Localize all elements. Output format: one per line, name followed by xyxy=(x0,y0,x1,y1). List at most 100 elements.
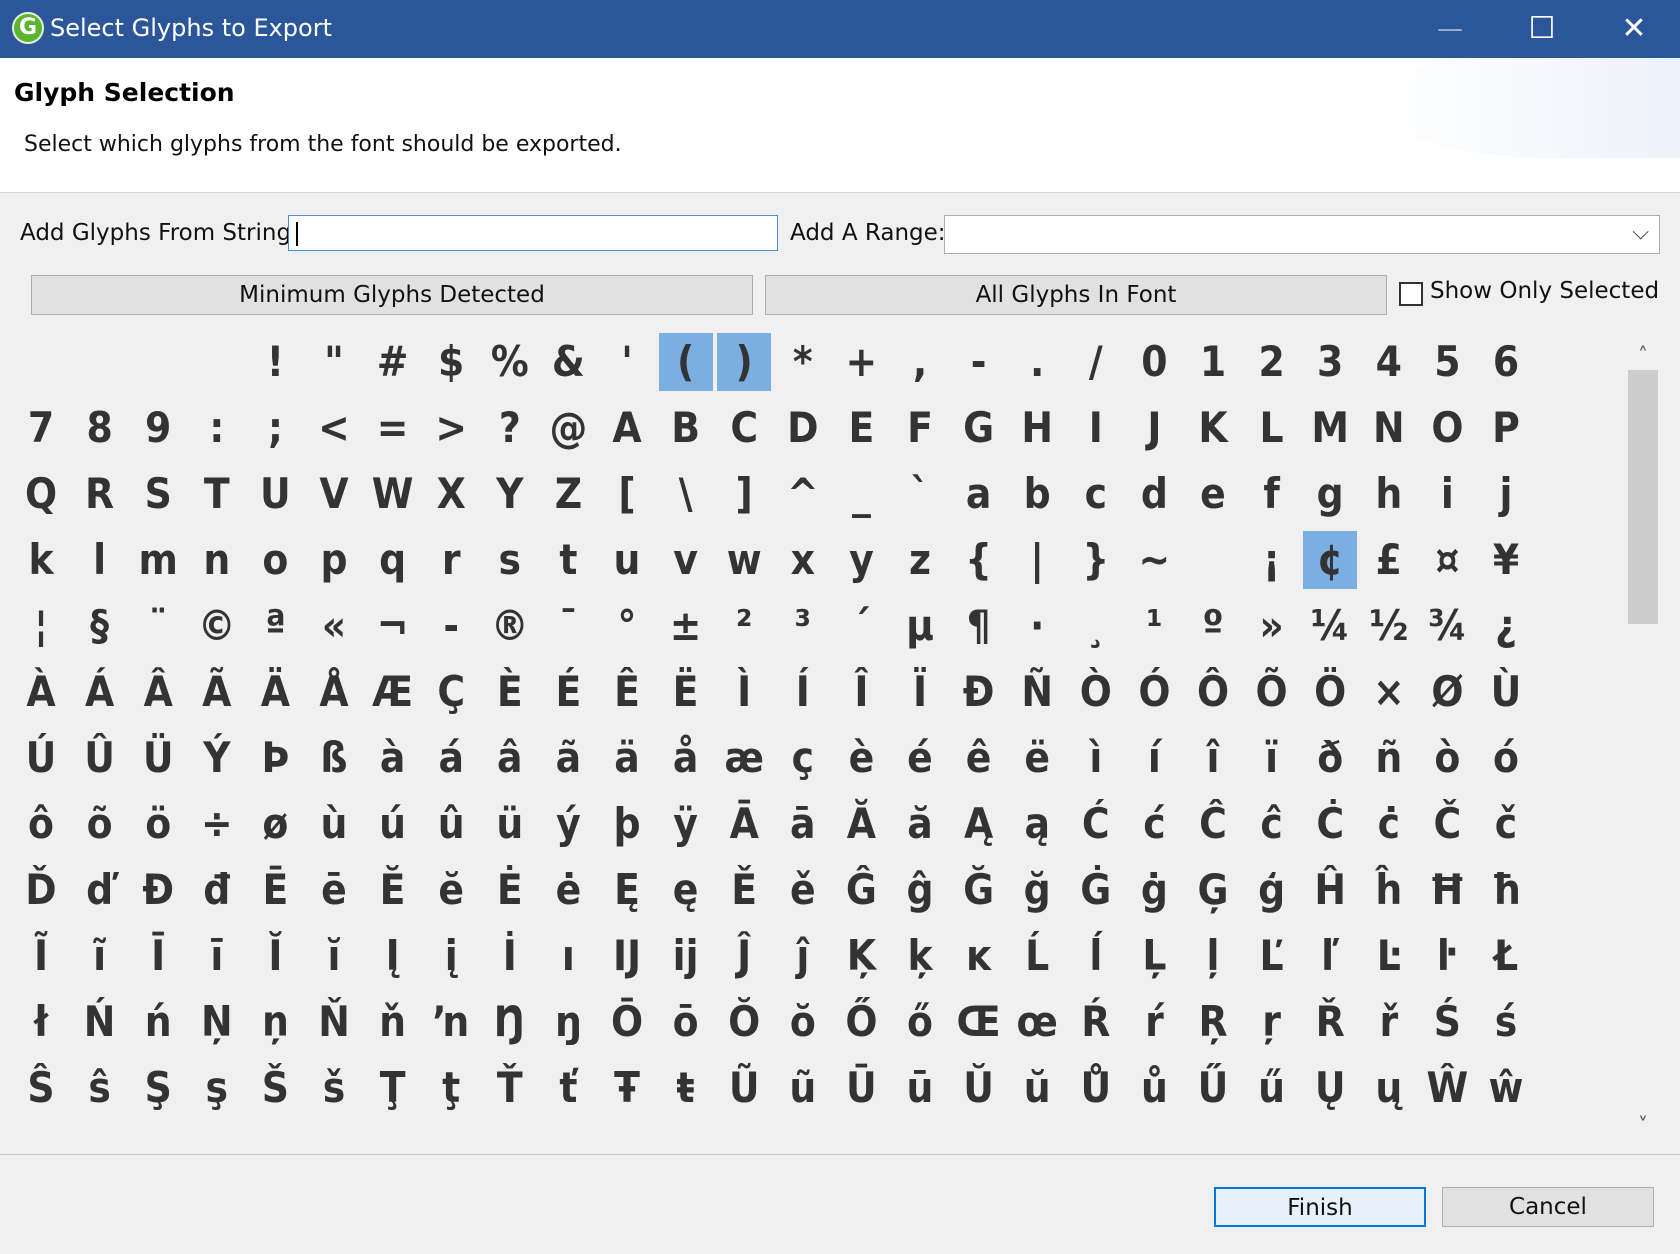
glyph-cell[interactable]: ¾ xyxy=(1420,597,1474,655)
glyph-cell[interactable]: j xyxy=(1479,465,1533,523)
glyph-cell[interactable]: 4 xyxy=(1362,333,1416,391)
glyph-cell[interactable]: ä xyxy=(600,729,654,787)
glyph-cell[interactable]: Ŝ xyxy=(14,1059,68,1117)
glyph-cell[interactable]: / xyxy=(1069,333,1123,391)
glyph-cell[interactable]: ° xyxy=(600,597,654,655)
glyph-cell[interactable]: ť xyxy=(541,1059,595,1117)
glyph-cell[interactable]: V xyxy=(307,465,361,523)
glyph-cell[interactable]: ç xyxy=(776,729,830,787)
glyph-cell[interactable]: k xyxy=(14,531,68,589)
glyph-cell[interactable]: š xyxy=(307,1059,361,1117)
glyph-cell[interactable]: K xyxy=(1186,399,1240,457)
glyph-cell[interactable]: $ xyxy=(424,333,478,391)
glyph-cell[interactable]: Ä xyxy=(248,663,302,721)
glyph-cell[interactable]: Ņ xyxy=(190,993,244,1051)
glyph-cell[interactable]: ľ xyxy=(1303,927,1357,985)
glyph-cell[interactable]: ¹ xyxy=(1127,597,1181,655)
glyph-cell[interactable]: Ŕ xyxy=(1069,993,1123,1051)
glyph-cell[interactable]: Đ xyxy=(131,861,185,919)
scroll-down-arrow-icon[interactable]: ˅ xyxy=(1626,1110,1660,1140)
show-only-selected-checkbox[interactable] xyxy=(1399,282,1423,306)
glyph-cell[interactable] xyxy=(1186,531,1240,589)
scroll-up-arrow-icon[interactable]: ˄ xyxy=(1626,340,1660,370)
glyph-cell[interactable]: « xyxy=(307,597,361,655)
glyph-cell[interactable]: Ý xyxy=(190,729,244,787)
glyph-cell[interactable]: c xyxy=(1069,465,1123,523)
glyph-cell[interactable]: ü xyxy=(483,795,537,853)
glyph-cell[interactable]: 0 xyxy=(1127,333,1181,391)
glyph-cell[interactable]: ū xyxy=(893,1059,947,1117)
glyph-cell[interactable]: ŭ xyxy=(1010,1059,1064,1117)
glyph-cell[interactable]: É xyxy=(541,663,595,721)
glyph-cell[interactable]: ß xyxy=(307,729,361,787)
glyph-cell[interactable]: Á xyxy=(73,663,127,721)
glyph-cell[interactable]: d xyxy=(1127,465,1181,523)
glyph-cell[interactable]: © xyxy=(190,597,244,655)
glyph-cell[interactable]: Ç xyxy=(424,663,478,721)
glyph-cell[interactable]: F xyxy=(893,399,947,457)
glyph-cell[interactable]: ì xyxy=(1069,729,1123,787)
glyph-cell[interactable]: ĳ xyxy=(659,927,713,985)
glyph-cell[interactable]: å xyxy=(659,729,713,787)
glyph-cell[interactable]: ś xyxy=(1479,993,1533,1051)
glyph-cell[interactable]: Ō xyxy=(600,993,654,1051)
glyph-cell[interactable]: X xyxy=(424,465,478,523)
glyph-cell[interactable]: \ xyxy=(659,465,713,523)
glyph-cell[interactable]: ŉ xyxy=(424,993,478,1051)
glyph-cell[interactable]: _ xyxy=(834,465,888,523)
glyph-cell[interactable]: Ń xyxy=(73,993,127,1051)
glyph-cell[interactable]: t xyxy=(541,531,595,589)
glyph-cell[interactable]: ± xyxy=(659,597,713,655)
glyph-cell[interactable]: & xyxy=(541,333,595,391)
glyph-cell[interactable]: ě xyxy=(776,861,830,919)
glyph-cell[interactable]: ¥ xyxy=(1479,531,1533,589)
glyph-cell[interactable]: ´ xyxy=(834,597,888,655)
glyph-cell[interactable]: J xyxy=(1127,399,1181,457)
glyph-cell[interactable]: 2 xyxy=(1245,333,1299,391)
glyph-cell[interactable]: Ļ xyxy=(1127,927,1181,985)
glyph-cell[interactable]: Ą xyxy=(952,795,1006,853)
glyph-cell[interactable]: A xyxy=(600,399,654,457)
glyph-cell[interactable]: e xyxy=(1186,465,1240,523)
glyph-cell[interactable]: ę xyxy=(659,861,713,919)
glyph-cell[interactable]: x xyxy=(776,531,830,589)
glyph-cell[interactable]: 6 xyxy=(1479,333,1533,391)
glyph-cell[interactable]: ¡ xyxy=(1245,531,1299,589)
glyph-cell[interactable]: Z xyxy=(541,465,595,523)
glyph-cell[interactable]: a xyxy=(952,465,1006,523)
glyph-cell[interactable]: ² xyxy=(717,597,771,655)
glyph-cell[interactable]: Ę xyxy=(600,861,654,919)
glyph-cell[interactable]: ) xyxy=(717,333,772,391)
glyph-cell[interactable]: ţ xyxy=(424,1059,478,1117)
glyph-cell[interactable]: Ú xyxy=(14,729,68,787)
glyph-cell[interactable]: ĸ xyxy=(952,927,1006,985)
glyph-cell[interactable]: È xyxy=(483,663,537,721)
glyph-cell[interactable]: Ū xyxy=(834,1059,888,1117)
glyph-cell[interactable]: ¦ xyxy=(14,597,68,655)
glyph-cell[interactable]: G xyxy=(952,399,1006,457)
glyph-cell[interactable]: Ŵ xyxy=(1420,1059,1474,1117)
glyph-cell[interactable]: " xyxy=(307,333,361,391)
glyph-cell[interactable]: ÷ xyxy=(190,795,244,853)
glyph-cell[interactable]: Ŭ xyxy=(952,1059,1006,1117)
glyph-cell[interactable]: Ţ xyxy=(366,1059,420,1117)
glyph-cell[interactable]: Š xyxy=(248,1059,302,1117)
glyph-cell[interactable]: Ô xyxy=(1186,663,1240,721)
glyph-cell[interactable]: Ų xyxy=(1303,1059,1357,1117)
glyph-cell[interactable]: Č xyxy=(1420,795,1474,853)
glyph-cell[interactable]: - xyxy=(952,333,1006,391)
glyph-cell[interactable]: Ķ xyxy=(834,927,888,985)
glyph-cell[interactable]: ' xyxy=(600,333,654,391)
glyph-cell[interactable]: İ xyxy=(483,927,537,985)
glyph-cell[interactable]: y xyxy=(834,531,888,589)
glyph-cell[interactable]: Ø xyxy=(1420,663,1474,721)
glyph-cell[interactable]: 5 xyxy=(1420,333,1474,391)
glyph-cell[interactable]: Ł xyxy=(1479,927,1533,985)
glyph-cell[interactable]: ĺ xyxy=(1069,927,1123,985)
glyph-cell[interactable]: á xyxy=(424,729,478,787)
glyph-cell[interactable]: ċ xyxy=(1362,795,1416,853)
glyph-cell[interactable]: Þ xyxy=(248,729,302,787)
glyph-cell[interactable]: Ï xyxy=(893,663,947,721)
glyph-cell[interactable]: ; xyxy=(248,399,302,457)
glyph-cell[interactable]: b xyxy=(1010,465,1064,523)
